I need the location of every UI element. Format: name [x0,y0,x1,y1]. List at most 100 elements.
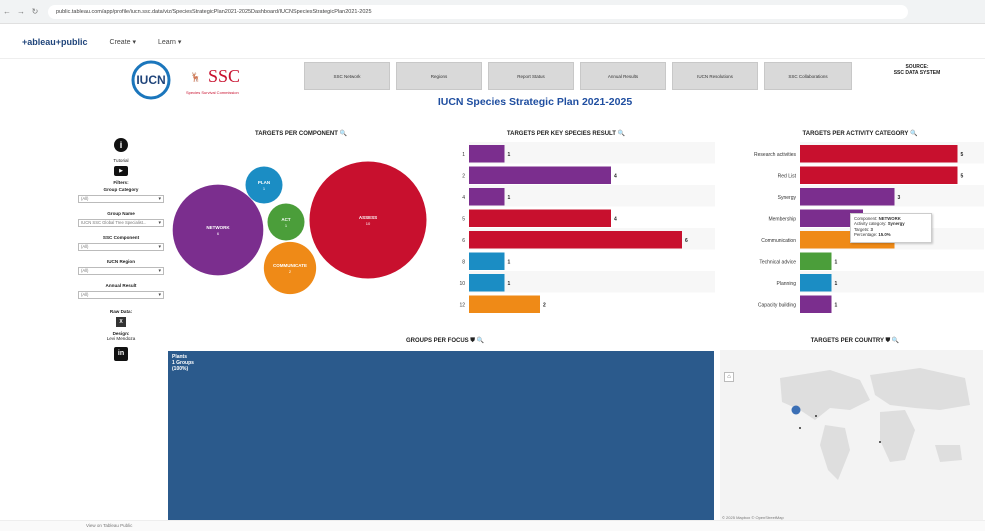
ksr-axis-label: 4 [462,195,465,201]
ksr-data-label: 6 [685,238,688,244]
component-title: TARGETS PER COMPONENT 🔍 [226,130,376,137]
menu-learn-label: Learn [158,38,176,46]
nav-iucn-resolutions[interactable]: IUCN Resolutions [672,62,758,90]
url-text: public.tableau.com/app/profile/iucn.ssc.… [56,8,372,15]
activity-bar[interactable] [800,252,832,271]
linkedin-icon[interactable]: in [114,347,128,361]
activity-axis-label: Communication [761,238,796,244]
dashboard: IUCN SSC 🦌 Species Survival Commission S… [0,60,985,531]
activity-axis-label: Synergy [778,195,797,201]
group-category-dropdown[interactable]: (All) [78,195,164,203]
ssc-component-dropdown[interactable]: (All) [78,243,164,251]
search-icon[interactable]: 🔍 [477,338,484,344]
activity-axis-label: Planning [777,281,797,287]
row-band [469,142,715,164]
ksr-bar[interactable] [469,274,505,292]
ksr-bar[interactable] [469,145,505,163]
info-icon[interactable]: i [114,138,128,152]
filter-icon[interactable]: ⛊ [470,338,475,344]
search-icon[interactable]: 🔍 [340,131,347,137]
ksr-bar[interactable] [469,295,540,314]
menu-learn[interactable]: Learn ▾ [158,38,181,46]
iucn-logo-text: IUCN [136,73,165,87]
menu-create[interactable]: Create ▾ [110,38,136,46]
country-title-text: TARGETS PER COUNTRY [810,338,884,344]
tooltip-pct-value: 15.0% [878,231,891,237]
activity-bar[interactable] [800,166,958,185]
ksr-axis-label: 12 [459,302,465,308]
back-icon[interactable]: ← [0,7,14,16]
filter-icon[interactable]: ⛊ [886,338,891,344]
ksr-bar[interactable] [469,231,682,249]
footer-link[interactable]: View on Tableau Public [86,523,132,528]
tooltip-pct-row: Percentage: 15.0% [854,232,928,237]
bubble-communicate[interactable] [263,241,317,295]
treemap-pct: (100%) [172,366,189,372]
nav-regions[interactable]: Regions [396,62,482,90]
bubble-act[interactable] [267,203,305,241]
ksr-bar[interactable] [469,166,611,185]
ssc-subtitle: Species Survival Commission [186,90,239,95]
activity-axis-label: Technical advice [759,259,796,265]
nav-annual-results[interactable]: Annual Results [580,62,666,90]
tooltip-pct-label: Percentage: [854,231,878,237]
component-bubble-chart: ASSESS10NETWORK6COMMUNICATE2ACT1PLAN1 [172,161,427,295]
bubble-network[interactable] [172,184,264,276]
designer-name: Levi Mendoza [106,336,136,341]
map-point[interactable] [791,405,801,415]
ksr-axis-label: 8 [462,259,465,265]
reload-icon[interactable]: ↻ [28,7,42,16]
bubble-plan[interactable] [245,166,283,204]
activity-bar[interactable] [800,188,895,206]
activity-axis-label: Membership [768,216,796,222]
page-title: IUCN Species Strategic Plan 2021-2025 [437,96,633,108]
nav-ssc-network[interactable]: SSC Network [304,62,390,90]
youtube-icon[interactable]: ▶ [114,166,128,176]
activity-data-label: 1 [835,302,838,308]
country-map[interactable]: ⌂ © 2025 Mapbox © OpenStreetMap [720,350,983,522]
activity-bar[interactable] [800,274,832,292]
annual-result-dropdown[interactable]: (All) [78,291,164,299]
search-icon[interactable]: 🔍 [892,338,899,344]
activity-axis-label: Red List [778,173,797,179]
search-icon[interactable]: 🔍 [910,131,917,137]
tableau-logo[interactable]: +ableau+public [22,37,88,47]
activity-title-text: TARGETS PER ACTIVITY CATEGORY [802,131,909,137]
excel-icon[interactable]: X [116,317,126,327]
tooltip-activity-value: Synergy [887,221,905,227]
ssc-logo: SSC 🦌 Species Survival Commission [184,66,264,100]
menu-create-label: Create [109,38,131,46]
activity-bar[interactable] [800,295,832,314]
bubble-label-assess: ASSESS [359,215,377,220]
source-label: SOURCE: SSC DATA SYSTEM [872,64,962,76]
bubble-value-assess: 10 [366,221,371,226]
ksr-axis-label: 1 [462,152,465,158]
nav-ssc-collaborations[interactable]: SSC Collaborations [764,62,852,90]
bubble-assess[interactable] [309,161,427,279]
group-name-label: Group Name [107,211,135,216]
side-panel: i Tutorial ▶ Filters: Group Category (Al… [75,138,167,361]
search-icon[interactable]: 🔍 [618,131,625,137]
tooltip-component-label: Component: [854,216,878,221]
ksr-axis-label: 2 [462,173,465,179]
group-name-dropdown[interactable]: IUCN SSC Global Tree Specialist... [78,219,164,227]
address-bar[interactable]: public.tableau.com/app/profile/iucn.ssc.… [48,4,908,19]
ksr-data-label: 2 [543,302,546,308]
ksr-bar[interactable] [469,209,611,228]
forward-icon[interactable]: → [14,7,28,16]
tooltip-component-value: NETWORK [878,216,901,221]
activity-title: TARGETS PER ACTIVITY CATEGORY 🔍 [770,130,950,137]
ksr-axis-label: 6 [462,238,465,244]
activity-data-label: 3 [898,195,901,201]
ksr-bar[interactable] [469,252,505,271]
groups-treemap[interactable]: Plants 1 Groups (100%) [168,351,714,521]
nav-report-status[interactable]: Report Status [488,62,574,90]
iucn-region-dropdown[interactable]: (All) [78,267,164,275]
ksr-axis-label: 10 [459,281,465,287]
ksr-title: TARGETS PER KEY SPECIES RESULT 🔍 [476,130,656,137]
row-band [469,185,715,207]
ksr-axis-label: 5 [462,216,465,222]
ssc-component-label: SSC Component [102,235,140,240]
ksr-bar[interactable] [469,188,505,206]
activity-bar[interactable] [800,145,958,163]
